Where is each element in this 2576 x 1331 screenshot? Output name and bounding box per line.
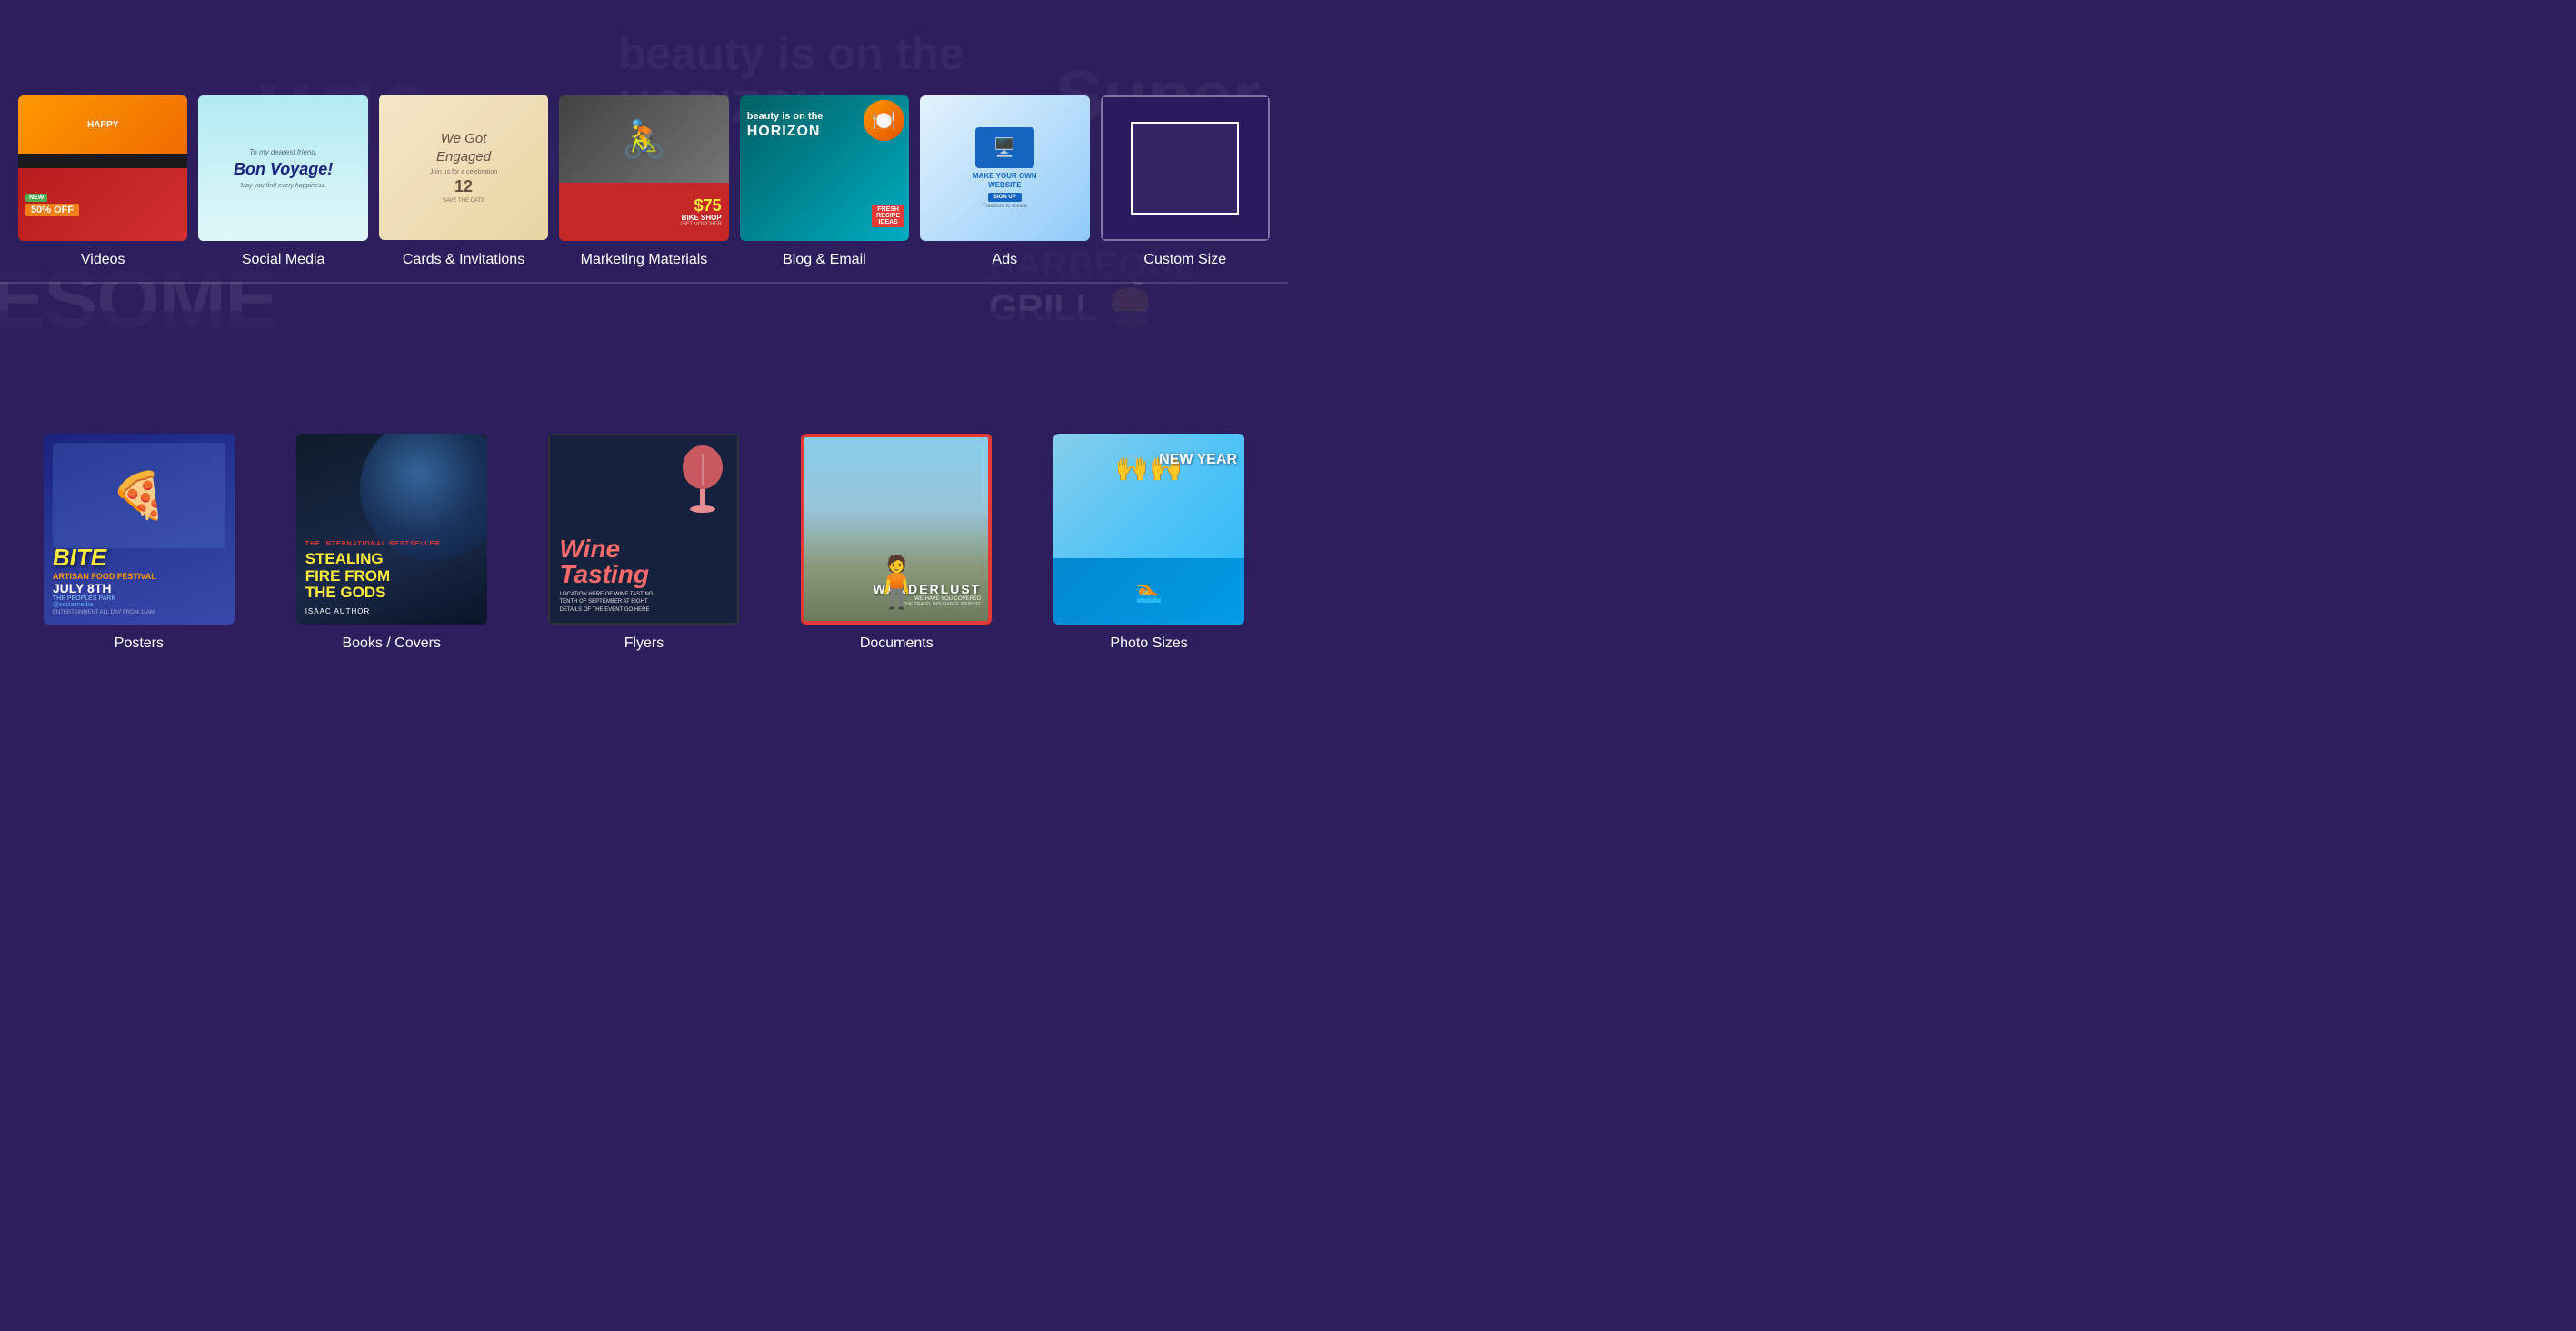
flyer-details: LOCATION HERE OF WINE TASTINGTENTH OF SE… xyxy=(559,591,728,614)
cards-title: We GotEngaged xyxy=(436,130,491,165)
category-label-videos: Videos xyxy=(81,252,125,268)
poster-location: THE PEOPLES PARK xyxy=(53,595,225,602)
bottom-categories-row: 🍕 BITE ARTISAN FOOD FESTIVAL JULY 8TH TH… xyxy=(0,311,1288,666)
category-label-custom: Custom Size xyxy=(1143,252,1226,268)
poster-title: BITE xyxy=(53,544,225,572)
category-photo-sizes[interactable]: 🙌🙌 NEW YEAR NEW YOU 🏊 Photo Sizes xyxy=(1028,434,1270,652)
category-custom-size[interactable]: Custom Size xyxy=(1101,95,1270,268)
category-marketing[interactable]: 🚴 $75 BIKE SHOP GIFT VOUCHER Marketing M… xyxy=(559,95,728,268)
category-thumb-blog: 🍽️ beauty is on theHORIZON FRESHRECIPEID… xyxy=(740,95,909,241)
cards-detail: SAVE THE DATE xyxy=(443,198,484,204)
category-thumb-ads: 🖥️ MAKE YOUR OWNWEBSITE SIGN UP Freedom … xyxy=(920,95,1089,241)
videos-discount: 50% OFF xyxy=(25,204,79,216)
doc-person-icon: 🧍 xyxy=(865,553,927,612)
category-label-posters: Posters xyxy=(115,635,164,652)
category-thumb-documents: 🧍 WANDERLUST WE HAVE YOU COVERED THE TRA… xyxy=(801,434,992,625)
social-sub-text: May you find every happiness. xyxy=(234,183,333,189)
ads-title: MAKE YOUR OWNWEBSITE xyxy=(973,172,1037,191)
main-container: ESOME uge beauty is on theHORIZON Super … xyxy=(0,0,1288,666)
category-documents[interactable]: 🧍 WANDERLUST WE HAVE YOU COVERED THE TRA… xyxy=(775,434,1017,652)
videos-badge: NEW xyxy=(25,194,47,202)
category-thumb-social: To my dearest friend, Bon Voyage! May yo… xyxy=(198,95,367,241)
marketing-price: $75 xyxy=(694,197,722,214)
category-label-documents: Documents xyxy=(860,635,934,652)
poster-handle: @socialmedia xyxy=(53,602,225,608)
category-thumb-marketing: 🚴 $75 BIKE SHOP GIFT VOUCHER xyxy=(559,95,728,241)
category-thumb-photo: 🙌🙌 NEW YEAR NEW YOU 🏊 xyxy=(1053,434,1244,625)
category-label-social: Social Media xyxy=(242,252,325,268)
category-label-photo: Photo Sizes xyxy=(1110,635,1187,652)
marketing-shop: BIKE SHOP xyxy=(682,214,722,222)
category-books[interactable]: THE INTERNATIONAL BESTSELLER STEALINGFIR… xyxy=(271,434,513,652)
poster-detail: ENTERTAINMENT ALL DAY FROM 11AM xyxy=(53,610,225,615)
category-thumb-flyers: WineTasting LOCATION HERE OF WINE TASTIN… xyxy=(548,434,739,625)
category-flyers[interactable]: WineTasting LOCATION HERE OF WINE TASTIN… xyxy=(524,434,765,652)
category-thumb-posters: 🍕 BITE ARTISAN FOOD FESTIVAL JULY 8TH TH… xyxy=(44,434,235,625)
ads-sub: Freedom to create xyxy=(983,204,1027,209)
thumb-videos-bg: HAPPY NEW 50% OFF xyxy=(18,95,187,241)
section-divider xyxy=(0,282,1288,284)
blog-recipe: FRESHRECIPEIDEAS xyxy=(872,205,904,227)
book-title: STEALINGFIRE FROMTHE GODS xyxy=(305,551,478,602)
poster-subtitle: ARTISAN FOOD FESTIVAL xyxy=(53,572,225,581)
social-to-friend: To my dearest friend, xyxy=(234,148,333,156)
blog-title: beauty is on theHORIZON xyxy=(747,110,824,142)
cards-date: 12 xyxy=(454,177,473,196)
book-small-text: THE INTERNATIONAL BESTSELLER xyxy=(305,541,478,547)
category-videos[interactable]: HAPPY NEW 50% OFF Videos xyxy=(18,95,187,268)
category-thumb-custom xyxy=(1101,95,1270,241)
poster-date: JULY 8TH xyxy=(53,581,225,595)
social-main-text: Bon Voyage! xyxy=(234,160,333,179)
category-label-blog: Blog & Email xyxy=(783,252,866,268)
category-thumb-cards: We GotEngaged Join us for a celebration … xyxy=(379,95,548,240)
category-social-media[interactable]: To my dearest friend, Bon Voyage! May yo… xyxy=(198,95,367,268)
category-label-cards: Cards & Invitations xyxy=(403,251,524,268)
cards-sub: Join us for a celebration xyxy=(430,169,497,175)
ads-cta: SIGN UP xyxy=(988,193,1022,202)
flyer-title: WineTasting xyxy=(559,536,728,587)
category-posters[interactable]: 🍕 BITE ARTISAN FOOD FESTIVAL JULY 8TH TH… xyxy=(18,434,260,652)
category-label-flyers: Flyers xyxy=(624,635,664,652)
category-label-books: Books / Covers xyxy=(342,635,440,652)
category-blog-email[interactable]: 🍽️ beauty is on theHORIZON FRESHRECIPEID… xyxy=(740,95,909,268)
category-label-ads: Ads xyxy=(993,252,1018,268)
category-thumb-videos: HAPPY NEW 50% OFF xyxy=(18,95,187,241)
wine-glass-icon xyxy=(678,445,728,517)
category-thumb-books: THE INTERNATIONAL BESTSELLER STEALINGFIR… xyxy=(296,434,487,625)
ads-monitor: 🖥️ xyxy=(975,127,1034,168)
category-cards[interactable]: We GotEngaged Join us for a celebration … xyxy=(379,95,548,268)
book-author: ISAAC AUTHOR xyxy=(305,607,478,615)
category-label-marketing: Marketing Materials xyxy=(581,252,708,268)
category-ads[interactable]: 🖥️ MAKE YOUR OWNWEBSITE SIGN UP Freedom … xyxy=(920,95,1089,268)
photo-new-year: NEW YEAR xyxy=(1159,452,1237,468)
top-categories-row: HAPPY NEW 50% OFF Videos xyxy=(0,0,1288,282)
